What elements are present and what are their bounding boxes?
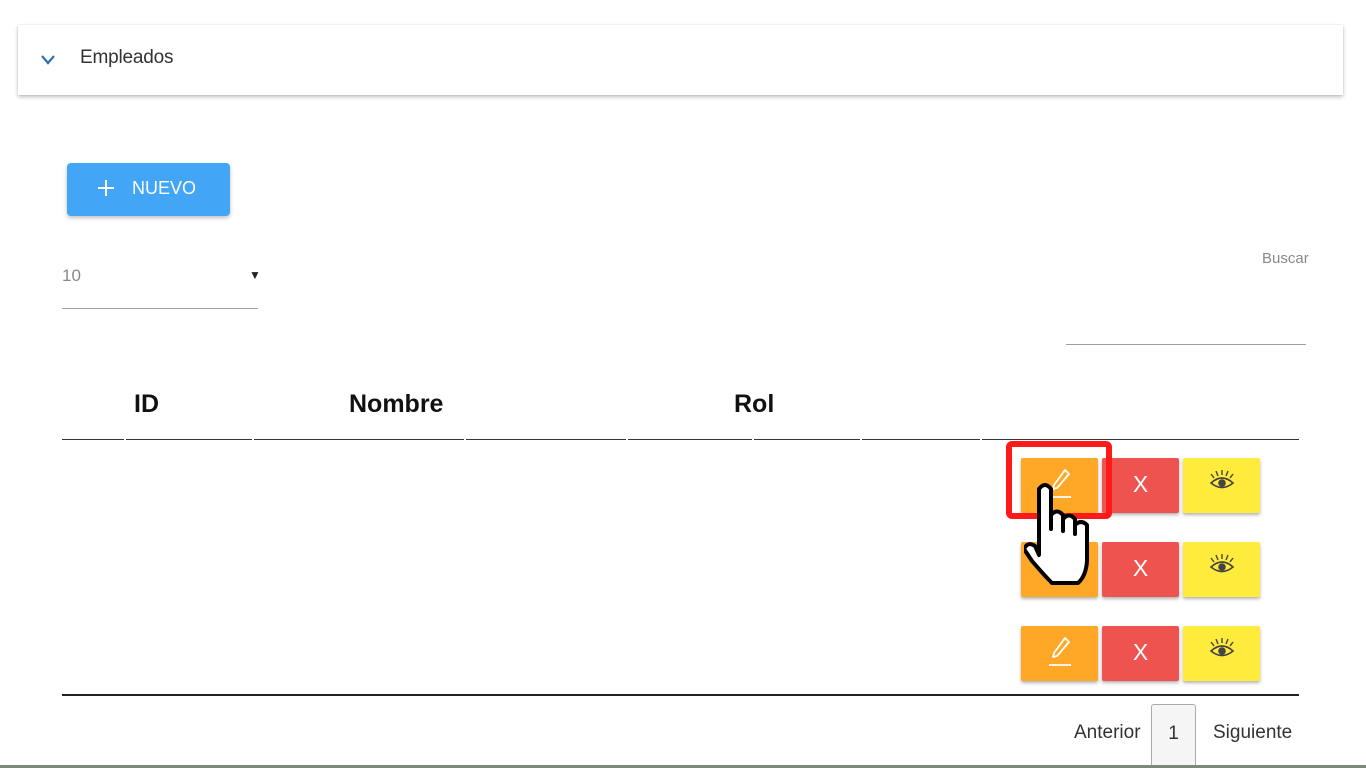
header-divider: [254, 439, 464, 440]
header-divider: [982, 439, 1299, 440]
panel-title: Empleados: [80, 47, 174, 68]
page-size-value: 10: [62, 266, 81, 285]
pagination-next[interactable]: Siguiente: [1213, 722, 1292, 744]
pagination-page-number: 1: [1168, 723, 1179, 744]
column-header-rol[interactable]: Rol: [734, 390, 774, 419]
plus-icon: [98, 180, 114, 196]
new-employee-button[interactable]: NUEVO: [67, 163, 230, 216]
page-size-select[interactable]: 10 ▼: [62, 260, 261, 309]
column-header-id[interactable]: ID: [134, 390, 159, 419]
eye-icon: [1209, 554, 1235, 573]
eye-icon: [1209, 470, 1235, 489]
view-button[interactable]: [1183, 542, 1260, 597]
delete-label: X: [1132, 471, 1149, 497]
employees-panel-header[interactable]: Empleados: [18, 25, 1343, 95]
delete-button[interactable]: X: [1102, 542, 1179, 597]
view-button[interactable]: [1183, 626, 1260, 681]
header-divider: [62, 439, 124, 440]
header-divider: [754, 439, 860, 440]
edit-button[interactable]: [1021, 626, 1098, 681]
delete-label: X: [1132, 639, 1149, 665]
chevron-down-icon[interactable]: [40, 53, 56, 67]
column-header-nombre[interactable]: Nombre: [349, 390, 443, 419]
header-divider: [862, 439, 980, 440]
pagination-page-current[interactable]: 1: [1151, 704, 1196, 767]
eye-icon: [1209, 638, 1235, 657]
header-divider: [126, 439, 252, 440]
delete-button[interactable]: X: [1102, 458, 1179, 513]
new-button-label: NUEVO: [132, 178, 197, 198]
pencil-icon: [1049, 637, 1071, 666]
search-label: Buscar: [1262, 250, 1309, 267]
delete-label: X: [1132, 555, 1149, 581]
table-bottom-divider: [62, 694, 1299, 696]
pagination-previous[interactable]: Anterior: [1074, 722, 1141, 744]
delete-button[interactable]: X: [1102, 626, 1179, 681]
search-input[interactable]: [1066, 318, 1306, 345]
table-row: X: [1021, 626, 1261, 681]
caret-down-icon: ▼: [249, 268, 261, 282]
header-divider: [628, 439, 752, 440]
hand-pointer-icon: [1024, 483, 1089, 585]
view-button[interactable]: [1183, 458, 1260, 513]
header-divider: [466, 439, 626, 440]
